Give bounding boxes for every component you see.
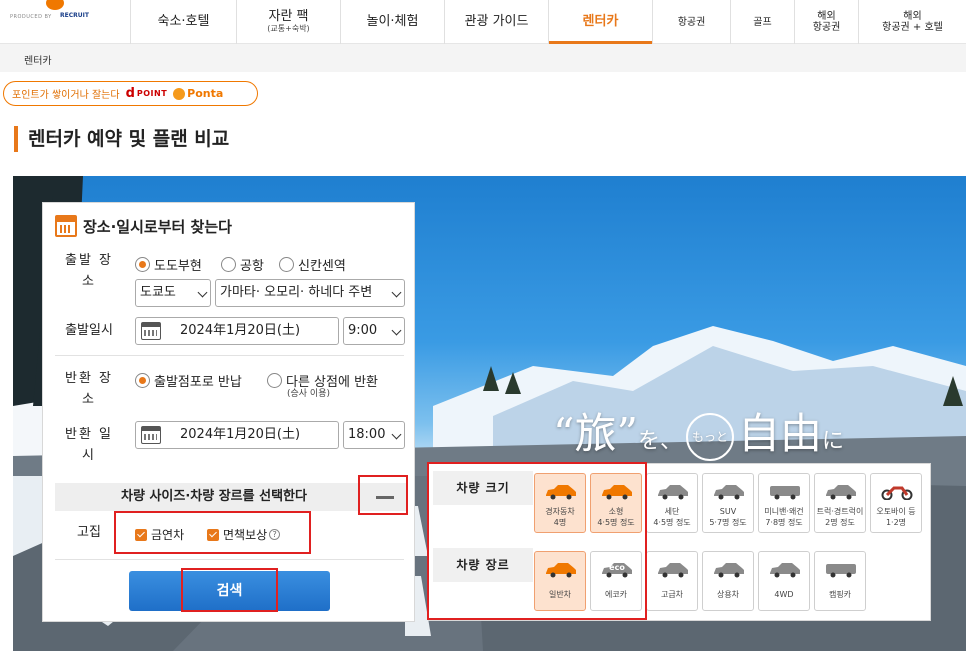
vehicle-size-minivan[interactable]: 미니밴·왜건 7·8명 정도 — [758, 473, 810, 533]
vehicle-genre-label: 4WD — [774, 590, 794, 599]
nav-item-overseas-package[interactable]: 해외 항공권 + 호텔 — [858, 0, 966, 44]
search-panel: 장소·일시로부터 찾는다 출발 장소 도도부현 공항 신칸센역 도쿄도 가마타·… — [42, 202, 415, 622]
vehicle-genre-luxury[interactable]: 고급차 — [646, 551, 698, 611]
nav-item-overseas-flight[interactable]: 해외 항공권 — [794, 0, 858, 44]
ponta-icon — [173, 87, 186, 100]
return-place-label: 반환 장소 — [64, 371, 113, 407]
nav-item-guide[interactable]: 관광 가이드 — [444, 0, 548, 44]
search-panel-header: 장소·일시로부터 찾는다 — [55, 213, 232, 239]
jalan-logo[interactable]: PRODUCED BY RECRUIT — [8, 0, 128, 34]
return-time-select[interactable]: 18:00 — [343, 421, 405, 449]
calendar-icon — [55, 215, 77, 237]
car-icon — [658, 485, 688, 500]
vehicle-size-motorbike[interactable]: 오토바이 등 1·2명 — [870, 473, 922, 533]
vehicle-select-toggle[interactable]: 차량 사이즈·차량 장르를 선택한다 — [55, 483, 406, 511]
vehicle-size-suv[interactable]: SUV 5·7명 정도 — [702, 473, 754, 533]
calendar-icon — [141, 322, 161, 340]
nav-item-hotel[interactable]: 숙소·호텔 — [130, 0, 236, 44]
ponta-logo: Ponta — [173, 87, 223, 100]
vehicle-genre-label: 상용차 — [716, 590, 740, 599]
nav-item-golf[interactable]: 골프 — [730, 0, 794, 44]
chevron-down-icon — [391, 325, 402, 336]
vehicle-size-label: 트럭·경트럭이 — [816, 507, 864, 516]
car-icon — [881, 486, 913, 500]
highlight-checkboxes — [114, 511, 311, 554]
prefecture-select[interactable]: 도쿄도 — [135, 279, 211, 307]
car-icon — [826, 564, 856, 578]
car-icon — [826, 485, 856, 500]
nav-item-package[interactable]: 자란 팩 (교통+숙박) — [236, 0, 340, 44]
radio-shinkansen[interactable]: 신칸센역 — [279, 255, 346, 274]
radio-return-same-store[interactable]: 출발점포로 반납 — [135, 371, 242, 390]
car-icon — [714, 563, 744, 578]
breadcrumb: 렌터카 — [24, 56, 52, 67]
car-icon — [714, 485, 744, 500]
vehicle-size-truck[interactable]: 트럭·경트럭이 2명 정도 — [814, 473, 866, 533]
vehicle-genre-label: 고급차 — [660, 590, 684, 599]
divider — [55, 355, 404, 356]
highlight-vehicle-selection — [427, 462, 647, 620]
nav-item-activity[interactable]: 놀이·체험 — [340, 0, 444, 44]
chevron-down-icon — [197, 287, 208, 298]
departure-datetime-label: 출발일시 — [65, 323, 113, 338]
page-title: 렌터카 예약 및 플랜 비교 — [14, 126, 229, 152]
vehicle-size-label: SUV — [719, 507, 737, 516]
hero-slogan: “旅”を、 もっと 自由に — [553, 400, 844, 461]
vehicle-size-label: 세단 — [664, 507, 680, 516]
vehicle-size-capacity: 1·2명 — [885, 518, 907, 527]
chevron-down-icon — [391, 287, 402, 298]
top-navigation: PRODUCED BY RECRUIT 숙소·호텔 자란 팩 (교통+숙박) 놀이… — [0, 0, 966, 44]
logo-mark-icon — [46, 0, 64, 10]
points-text: 포인트가 쌓이거나 잘는다 — [12, 90, 120, 101]
vehicle-genre-camper[interactable]: 캠핑카 — [814, 551, 866, 611]
particular-label: 고집 — [77, 525, 101, 540]
car-icon — [658, 563, 688, 578]
radio-prefecture[interactable]: 도도부현 — [135, 255, 202, 274]
breadcrumb-bar: 렌터카 — [0, 44, 966, 72]
vehicle-genre-4wd[interactable]: 4WD — [758, 551, 810, 611]
radio-return-other-store[interactable]: 다른 상점에 반환 (승사 이용) — [267, 371, 378, 399]
vehicle-size-label: 미니밴·왜건 — [764, 507, 804, 516]
divider — [55, 559, 404, 560]
chevron-down-icon — [391, 429, 402, 440]
nav-item-flight[interactable]: 항공권 — [652, 0, 730, 44]
car-icon — [770, 486, 800, 500]
car-icon — [770, 563, 800, 578]
return-datetime-label: 반환 일시 — [64, 427, 113, 463]
vehicle-size-label: 오토바이 등 — [876, 507, 916, 516]
calendar-icon — [141, 426, 161, 444]
area-select[interactable]: 가마타· 오모리· 하네다 주변 — [215, 279, 405, 307]
departure-time-select[interactable]: 9:00 — [343, 317, 405, 345]
dpoint-logo: d POINT — [125, 86, 168, 101]
vehicle-genre-label: 캠핑카 — [828, 590, 852, 599]
produced-by-text: PRODUCED BY — [10, 14, 52, 20]
highlight-search — [181, 568, 278, 612]
points-banner[interactable]: 포인트가 쌓이거나 잘는다 d POINT Ponta — [3, 81, 258, 106]
vehicle-size-sedan[interactable]: 세단 4·5명 정도 — [646, 473, 698, 533]
departure-date-input[interactable]: 2024年1月20日(土) — [135, 317, 339, 345]
vehicle-size-capacity: 2명 정도 — [825, 518, 855, 527]
radio-airport[interactable]: 공항 — [221, 255, 264, 274]
vehicle-size-capacity: 7·8명 정도 — [765, 518, 803, 527]
departure-place-label: 출발 장소 — [64, 253, 113, 289]
nav-item-rentacar[interactable]: 렌터카 — [548, 0, 652, 44]
vehicle-size-capacity: 5·7명 정도 — [709, 518, 747, 527]
highlight-collapse — [358, 475, 408, 515]
vehicle-genre-commercial[interactable]: 상용차 — [702, 551, 754, 611]
vehicle-size-capacity: 4·5명 정도 — [653, 518, 691, 527]
return-date-input[interactable]: 2024年1月20日(土) — [135, 421, 339, 449]
recruit-logo-text: RECRUIT — [60, 12, 89, 19]
